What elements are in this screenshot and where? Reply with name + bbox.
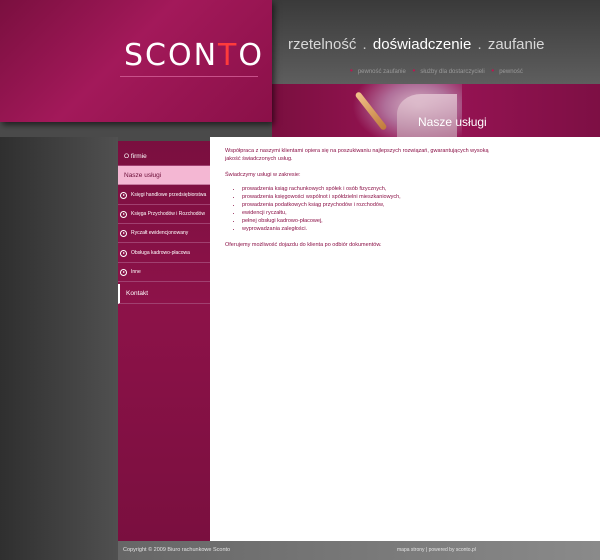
list-item: ewidencji ryczałtu, (242, 209, 401, 217)
nav-item-label: Księgi handlowe przedsiębiorstwa (131, 192, 207, 198)
powered-by-link[interactable]: powered by sconto.pl (429, 547, 476, 553)
slogan-word-1: rzetelność (288, 36, 357, 53)
arrow-circle-icon (120, 191, 127, 199)
nav-item-label: Nasze usługi (124, 171, 162, 179)
tagline-item-1: pewność zaufanie (357, 69, 406, 75)
logo[interactable]: SCONTO (124, 38, 264, 73)
slogan-word-2: doświadczenie (372, 36, 472, 53)
footer-divider: | (425, 547, 428, 553)
left-background (0, 137, 118, 560)
nav-item-ksiega-przychodow[interactable]: Księga Przychodów i Rozchodów (118, 205, 210, 224)
arrow-circle-icon (120, 268, 127, 276)
slogan-separator-2: . (477, 36, 482, 53)
offer-paragraph: Oferujemy możliwość dojazdu do klienta p… (225, 242, 382, 248)
intro-paragraph: Współpraca z naszymi klientami opiera si… (225, 148, 489, 162)
logo-text-2: O (238, 38, 264, 73)
nav-item-label: Księga Przychodów i Rozchodów (131, 211, 205, 217)
list-item: prowadzenia podatkowych ksiąg przychodów… (242, 201, 401, 209)
tagline-item-3: pewność (499, 69, 523, 75)
tagline-bullet-icon: • (350, 66, 353, 75)
nav-item-nasze-uslugi[interactable]: Nasze usługi (118, 166, 210, 185)
arrow-circle-icon (120, 210, 127, 218)
list-item: wyprowadzania zaległości. (242, 225, 401, 233)
nav-item-label: Obsługa kadrowo-płacowa (131, 250, 190, 256)
nav-item-obsluga-kadrowo-placowa[interactable]: Obsługa kadrowo-płacowa (118, 244, 210, 263)
sitemap-link[interactable]: mapa strony (397, 547, 425, 553)
nav-item-inne[interactable]: Inne (118, 263, 210, 282)
logo-underline (120, 76, 258, 77)
arrow-circle-icon (120, 249, 127, 257)
section-title: Nasze usługi (418, 115, 487, 129)
footer-links: mapa strony | powered by sconto.pl (397, 547, 476, 553)
logo-text-1: SCON (124, 38, 219, 73)
slogan-separator-1: . (362, 36, 367, 53)
nav-item-label: Inne (131, 269, 141, 275)
section-banner (272, 84, 600, 137)
nav-item-label: O firmie (124, 152, 147, 160)
copyright: Copyright © 2009 Biuro rachunkowe Sconto (123, 547, 231, 553)
nav-item-ksiegi-handlowe[interactable]: Księgi handlowe przedsiębiorstwa (118, 186, 210, 205)
list-item: prowadzenia ksiąg rachunkowych spółek i … (242, 185, 401, 193)
nav-item-ryczalt[interactable]: Ryczałt ewidencjonowany (118, 224, 210, 243)
tagline-item-2: służby dla dostarczycieli (420, 69, 485, 75)
nav-item-o-firmie[interactable]: O firmie (118, 147, 210, 166)
services-list: prowadzenia ksiąg rachunkowych spółek i … (225, 185, 401, 233)
logo-text-accent: T (218, 38, 239, 73)
arrow-circle-icon (120, 229, 127, 237)
slogan-word-3: zaufanie (487, 36, 545, 53)
tagline: • pewność zaufanie • służby dla dostarczyc… (345, 66, 523, 75)
main-content: Współpraca z naszymi klientami opiera si… (210, 137, 600, 541)
nav-item-label: Ryczałt ewidencjonowany (131, 230, 189, 236)
list-item: prowadzenia księgowości wspólnot i spółd… (242, 193, 401, 201)
nav-item-label: Kontakt (126, 290, 149, 297)
tagline-bullet-icon: • (491, 66, 495, 75)
tagline-bullet-icon: • (412, 66, 416, 75)
slogan: rzetelność . doświadczenie . zaufanie (288, 36, 545, 53)
list-item: pełnej obsługi kadrowo-płacowej, (242, 217, 401, 225)
logo-box[interactable]: SCONTO (0, 0, 272, 122)
nav-item-kontakt[interactable]: Kontakt (118, 284, 210, 304)
services-heading: Świadczymy usługi w zakresie: (225, 172, 301, 178)
